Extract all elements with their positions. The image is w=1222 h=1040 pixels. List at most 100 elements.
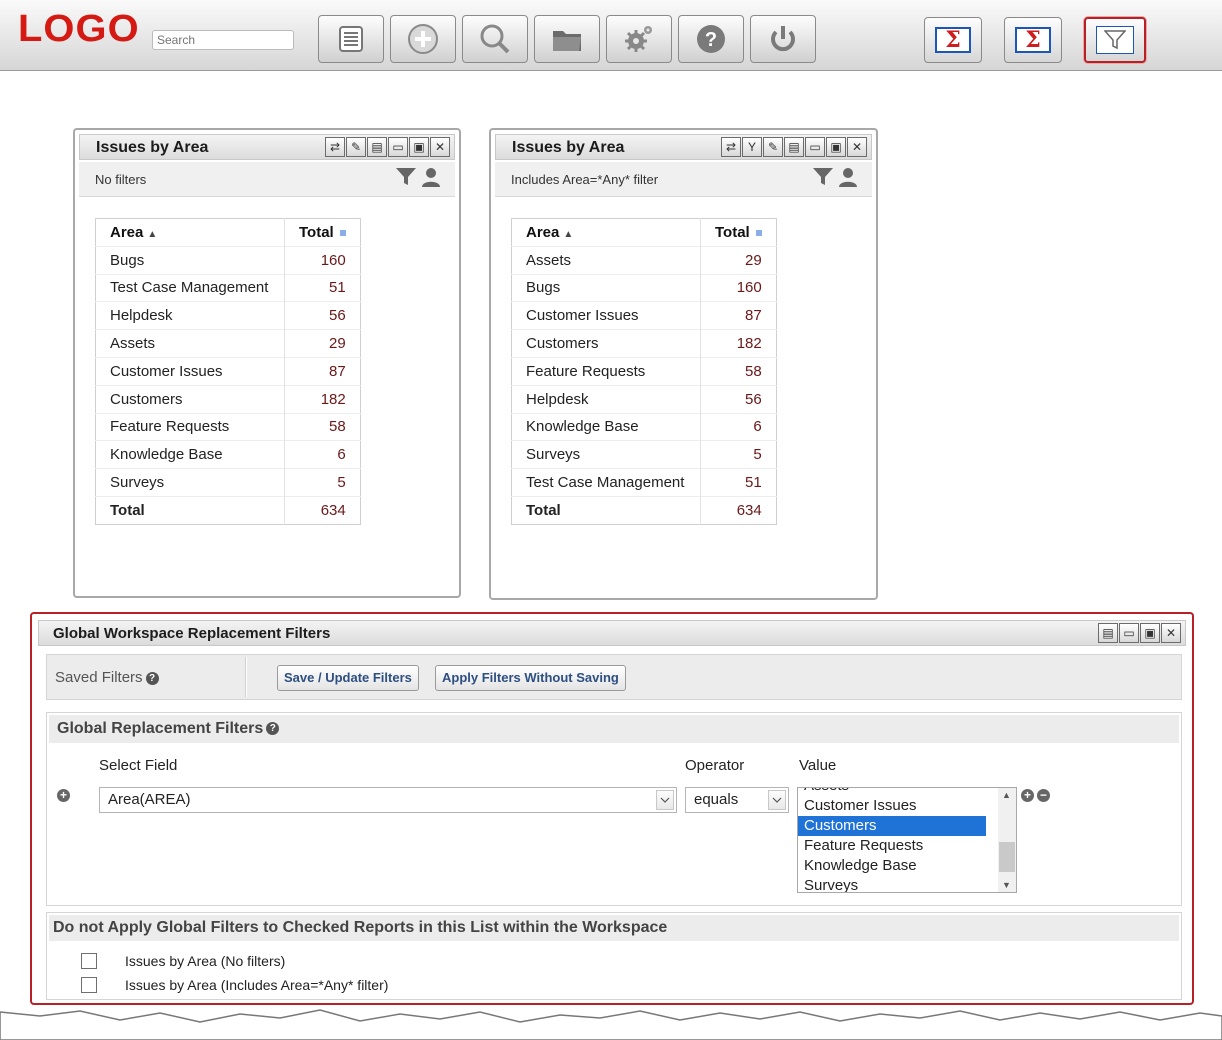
value-option[interactable]: Knowledge Base xyxy=(798,856,986,876)
total-cell: 58 xyxy=(284,412,361,441)
column-header-total[interactable]: Total xyxy=(284,218,361,247)
user-icon[interactable] xyxy=(421,167,441,187)
settings-button[interactable] xyxy=(606,15,672,63)
table-row[interactable]: Feature Requests 58 xyxy=(511,356,777,386)
table-row[interactable]: Surveys 5 xyxy=(95,468,361,497)
scroll-down-icon[interactable]: ▼ xyxy=(1002,880,1011,890)
refresh-icon[interactable]: ⇄ xyxy=(325,137,345,157)
sum-button-1[interactable]: Σ xyxy=(924,17,982,63)
report-panel-no-filters: Issues by Area ⇄ ✎ ▤ ▭ ▣ ✕ No filters Ar… xyxy=(73,128,461,598)
table-row[interactable]: Assets 29 xyxy=(95,329,361,358)
table-row[interactable]: Helpdesk 56 xyxy=(511,384,777,414)
folder-button[interactable] xyxy=(534,15,600,63)
add-button[interactable] xyxy=(390,15,456,63)
settings-icon xyxy=(625,26,652,52)
help-icon[interactable]: ? xyxy=(266,722,280,736)
filter-icon[interactable] xyxy=(812,167,834,187)
filter-icon[interactable]: Y xyxy=(742,137,762,157)
help-icon[interactable]: ? xyxy=(145,671,159,685)
close-icon[interactable]: ✕ xyxy=(1161,623,1181,643)
search-button[interactable] xyxy=(462,15,528,63)
operator-select[interactable]: equals xyxy=(685,787,789,813)
exclude-checkbox-2[interactable] xyxy=(81,977,97,993)
table-row[interactable]: Customers 182 xyxy=(511,329,777,358)
global-filter-button[interactable] xyxy=(1084,17,1146,63)
table-row[interactable]: Bugs 160 xyxy=(95,245,361,275)
print-icon[interactable]: ▤ xyxy=(1098,623,1118,643)
panel-title: Issues by Area xyxy=(96,139,209,156)
apply-filters-button[interactable]: Apply Filters Without Saving xyxy=(435,665,626,691)
total-cell: 160 xyxy=(284,245,361,275)
table-row[interactable]: Feature Requests 58 xyxy=(95,412,361,441)
table-row[interactable]: Test Case Management 51 xyxy=(511,468,777,497)
edit-icon[interactable]: ✎ xyxy=(763,137,783,157)
filter-icon[interactable] xyxy=(395,167,417,187)
total-cell: 160 xyxy=(700,273,777,302)
table-row[interactable]: Knowledge Base 6 xyxy=(95,440,361,469)
field-select-value: Area(AREA) xyxy=(108,791,191,808)
area-cell: Customers xyxy=(95,384,285,414)
table-row[interactable]: Surveys 5 xyxy=(511,440,777,469)
area-cell: Test Case Management xyxy=(95,273,285,302)
table-row[interactable]: Test Case Management 51 xyxy=(95,273,361,302)
logout-button[interactable] xyxy=(750,15,816,63)
value-option[interactable]: Customers xyxy=(798,816,986,836)
total-cell: 51 xyxy=(700,468,777,497)
table-row[interactable]: Customer Issues 87 xyxy=(95,356,361,386)
sum-button-2[interactable]: Σ xyxy=(1004,17,1062,63)
table-row[interactable]: Assets 29 xyxy=(511,245,777,275)
column-header-total[interactable]: Total xyxy=(700,218,777,247)
minimize-icon[interactable]: ▭ xyxy=(388,137,408,157)
table-row[interactable]: Knowledge Base 6 xyxy=(511,412,777,441)
maximize-icon[interactable]: ▣ xyxy=(1140,623,1160,643)
help-button[interactable]: ? xyxy=(678,15,744,63)
value-option[interactable]: Feature Requests xyxy=(798,836,986,856)
value-option[interactable]: Assets xyxy=(798,788,986,796)
reports-list-button[interactable] xyxy=(318,15,384,63)
scroll-up-icon[interactable]: ▲ xyxy=(1002,790,1011,800)
listbox-scrollbar[interactable]: ▲ ▼ xyxy=(998,788,1016,892)
total-cell: 182 xyxy=(284,384,361,414)
value-listbox[interactable]: AssetsCustomer IssuesCustomersFeature Re… xyxy=(797,787,1017,893)
folder-icon xyxy=(553,31,581,51)
filter-summary: Includes Area=*Any* filter xyxy=(495,162,872,197)
column-header-area[interactable]: Area ▲ xyxy=(512,219,701,247)
saved-filters-bar: Saved Filters? Save / Update Filters App… xyxy=(46,654,1182,700)
table-row[interactable]: Bugs 160 xyxy=(511,273,777,302)
close-icon[interactable]: ✕ xyxy=(430,137,450,157)
saved-filters-label: Saved Filters? xyxy=(55,669,159,686)
print-icon[interactable]: ▤ xyxy=(367,137,387,157)
table-row[interactable]: Customers 182 xyxy=(95,384,361,414)
total-cell: 87 xyxy=(284,356,361,386)
edit-icon[interactable]: ✎ xyxy=(346,137,366,157)
area-cell: Assets xyxy=(95,329,285,358)
total-row: Total 634 xyxy=(511,495,777,525)
operator-label: Operator xyxy=(685,757,745,774)
table-row[interactable]: Customer Issues 87 xyxy=(511,301,777,330)
column-header-area[interactable]: Area ▲ xyxy=(96,219,285,247)
maximize-icon[interactable]: ▣ xyxy=(826,137,846,157)
search-input[interactable] xyxy=(152,30,294,50)
total-cell: 56 xyxy=(284,301,361,330)
add-row-icon[interactable]: + xyxy=(57,789,70,802)
value-option[interactable]: Customer Issues xyxy=(798,796,986,816)
remove-value-icon[interactable]: − xyxy=(1037,789,1050,802)
report-table: Area ▲ Total Bugs 160 Test Case Management 5… xyxy=(95,218,361,525)
print-icon[interactable]: ▤ xyxy=(784,137,804,157)
save-filters-button[interactable]: Save / Update Filters xyxy=(277,665,419,691)
close-icon[interactable]: ✕ xyxy=(847,137,867,157)
value-option[interactable]: Surveys xyxy=(798,876,986,892)
exclude-checkbox-1[interactable] xyxy=(81,953,97,969)
table-row[interactable]: Helpdesk 56 xyxy=(95,301,361,330)
total-cell: 5 xyxy=(284,468,361,497)
add-value-icon[interactable]: + xyxy=(1021,789,1034,802)
minimize-icon[interactable]: ▭ xyxy=(805,137,825,157)
scrollbar-thumb[interactable] xyxy=(999,842,1015,872)
user-icon[interactable] xyxy=(838,167,858,187)
area-cell: Helpdesk xyxy=(95,301,285,330)
maximize-icon[interactable]: ▣ xyxy=(409,137,429,157)
minimize-icon[interactable]: ▭ xyxy=(1119,623,1139,643)
add-icon xyxy=(408,24,438,54)
field-select[interactable]: Area(AREA) xyxy=(99,787,677,813)
refresh-icon[interactable]: ⇄ xyxy=(721,137,741,157)
